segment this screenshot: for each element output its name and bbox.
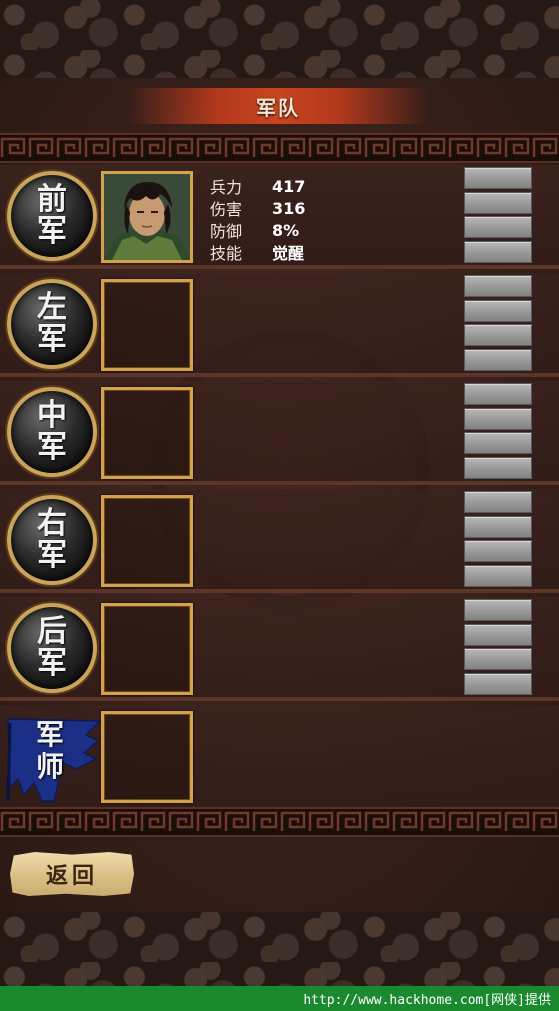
- row-button-stack: [464, 599, 532, 697]
- title-banner: 军队: [128, 88, 428, 124]
- gray-slot-button[interactable]: [464, 324, 532, 346]
- row-button-stack: [464, 383, 532, 481]
- gray-slot-button[interactable]: [464, 432, 532, 454]
- row-center-army: 中 军: [0, 381, 559, 485]
- gray-slot-button[interactable]: [464, 599, 532, 621]
- row-button-stack: [464, 167, 532, 265]
- gray-slot-button[interactable]: [464, 456, 532, 479]
- stat-value: 8%: [272, 220, 300, 240]
- gray-slot-button[interactable]: [464, 216, 532, 238]
- empty-general-slot[interactable]: [101, 711, 193, 803]
- general-portrait-icon: [104, 174, 190, 260]
- gray-slot-button[interactable]: [464, 299, 532, 322]
- stat-value: 觉醒: [272, 244, 305, 263]
- row-button-stack: [464, 275, 532, 373]
- badge-char: 前: [37, 182, 67, 217]
- meander-border-top: [0, 133, 559, 163]
- gray-slot-button[interactable]: [464, 407, 532, 430]
- stat-troops: 兵力 417: [210, 175, 306, 198]
- stat-damage: 伤害 316: [210, 197, 306, 220]
- front-army-badge[interactable]: 前 军: [7, 171, 97, 261]
- row-front-army: 前 军 兵力 417 伤害 316 防御 8% 技能 觉醒: [0, 165, 559, 269]
- stone-wall-bottom: [0, 912, 559, 986]
- badge-char: 军: [37, 646, 67, 681]
- stone-wall-top: [0, 0, 559, 78]
- badge-char: 军: [37, 538, 67, 573]
- stat-label: 伤害: [210, 200, 243, 219]
- stat-label: 防御: [210, 222, 243, 241]
- gray-slot-button[interactable]: [464, 672, 532, 695]
- back-button-label: 返回: [45, 864, 98, 889]
- gray-slot-button[interactable]: [464, 623, 532, 646]
- general-stats: 兵力 417 伤害 316 防御 8% 技能 觉醒: [210, 175, 306, 264]
- stat-skill: 技能 觉醒: [210, 241, 305, 263]
- gray-slot-button[interactable]: [464, 491, 532, 513]
- stat-label: 技能: [210, 244, 243, 263]
- stat-label: 兵力: [210, 178, 243, 197]
- empty-general-slot[interactable]: [101, 495, 193, 587]
- gray-slot-button[interactable]: [464, 383, 532, 405]
- gray-slot-button[interactable]: [464, 191, 532, 214]
- gray-slot-button[interactable]: [464, 167, 532, 189]
- row-rear-army: 后 军: [0, 597, 559, 701]
- row-button-stack: [464, 491, 532, 589]
- gray-slot-button[interactable]: [464, 275, 532, 297]
- badge-char: 军: [37, 322, 67, 357]
- empty-general-slot[interactable]: [101, 603, 193, 695]
- badge-char: 军: [37, 430, 67, 465]
- rear-army-badge[interactable]: 后 军: [7, 603, 97, 693]
- gray-slot-button[interactable]: [464, 540, 532, 562]
- page-title: 军队: [256, 95, 300, 120]
- watermark-text: http://www.hackhome.com[网侠]提供: [303, 993, 551, 1008]
- badge-char: 军: [35, 718, 64, 751]
- stat-defense: 防御 8%: [210, 219, 305, 242]
- row-strategist: 军 师: [0, 705, 559, 807]
- badge-char: 右: [37, 506, 67, 541]
- gray-slot-button[interactable]: [464, 240, 532, 263]
- stat-value: 316: [272, 198, 306, 218]
- badge-char: 后: [37, 614, 67, 649]
- badge-char: 中: [37, 398, 67, 433]
- badge-char: 左: [37, 290, 67, 325]
- gray-slot-button[interactable]: [464, 515, 532, 538]
- row-right-army: 右 军: [0, 489, 559, 593]
- empty-general-slot[interactable]: [101, 387, 193, 479]
- watermark-bar: http://www.hackhome.com[网侠]提供: [0, 986, 559, 1011]
- strategist-label: 军 师: [30, 719, 70, 783]
- badge-char: 师: [35, 750, 64, 783]
- stat-value: 417: [272, 176, 306, 196]
- gray-slot-button[interactable]: [464, 648, 532, 670]
- badge-char: 军: [37, 214, 67, 249]
- strategist-badge[interactable]: 军 师: [4, 713, 104, 803]
- empty-general-slot[interactable]: [101, 279, 193, 371]
- gray-slot-button[interactable]: [464, 348, 532, 371]
- gray-slot-button[interactable]: [464, 564, 532, 587]
- right-army-badge[interactable]: 右 军: [7, 495, 97, 585]
- center-army-badge[interactable]: 中 军: [7, 387, 97, 477]
- left-army-badge[interactable]: 左 军: [7, 279, 97, 369]
- meander-border-bottom: [0, 807, 559, 837]
- general-portrait[interactable]: [101, 171, 193, 263]
- row-left-army: 左 军: [0, 273, 559, 377]
- back-button[interactable]: 返回: [10, 852, 134, 896]
